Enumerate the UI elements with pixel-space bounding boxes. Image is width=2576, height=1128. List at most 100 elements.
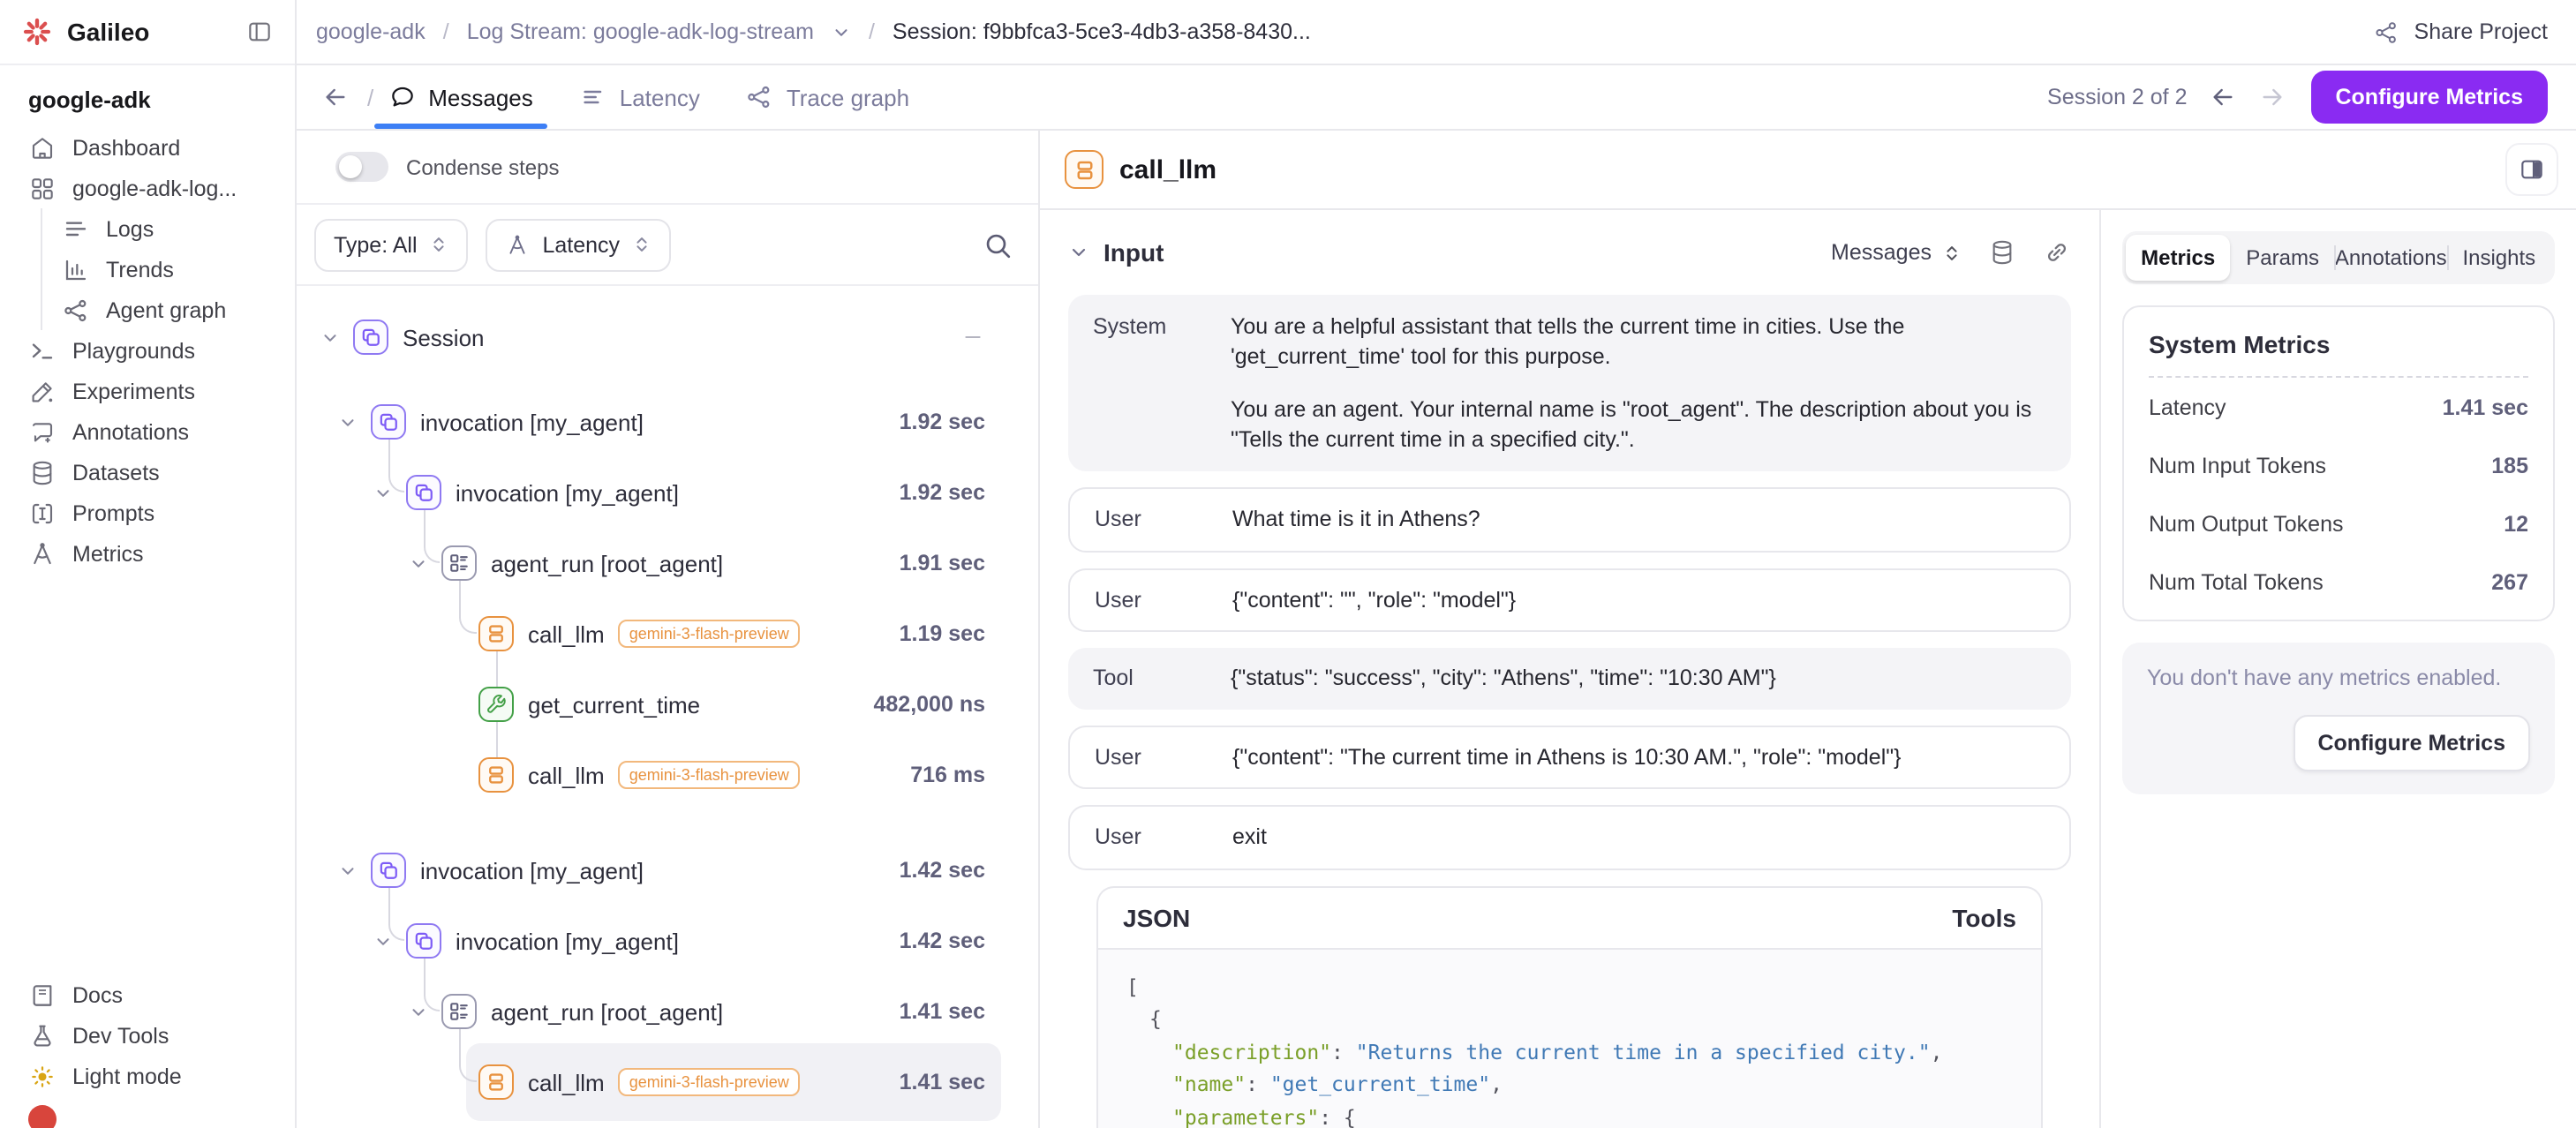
sidebar-item-dev-tools[interactable]: Dev Tools bbox=[14, 1015, 281, 1056]
trace-row-duration: 482,000 ns bbox=[874, 692, 986, 717]
sidebar-item-prompts[interactable]: Prompts bbox=[14, 493, 281, 533]
breadcrumb-separator: / bbox=[865, 19, 878, 44]
trace-row-agent-run-root-agent[interactable]: agent_run [root_agent]1.91 sec bbox=[297, 533, 985, 593]
message-system-0[interactable]: SystemYou are a helpful assistant that t… bbox=[1068, 295, 2071, 471]
trace-row-call-llm[interactable]: call_llmgemini-3-flash-preview1.19 sec bbox=[297, 604, 985, 664]
system-metrics-title: System Metrics bbox=[2149, 312, 2528, 376]
metrics-tab-metrics[interactable]: Metrics bbox=[2126, 235, 2230, 281]
sidebar-item-logs[interactable]: Logs bbox=[42, 208, 281, 249]
search-button[interactable] bbox=[982, 229, 1013, 260]
glyph-icon bbox=[484, 763, 508, 787]
glyph-icon bbox=[376, 858, 401, 883]
previous-session-button[interactable] bbox=[2208, 83, 2236, 111]
model-badge: gemini-3-flash-preview bbox=[619, 620, 800, 648]
view-format-dropdown[interactable]: Messages bbox=[1831, 240, 1962, 265]
llm-icon bbox=[478, 757, 514, 793]
trace-row-call-llm[interactable]: call_llmgemini-3-flash-preview716 ms bbox=[297, 745, 985, 805]
trace-row-invocation-my-agent[interactable]: invocation [my_agent]1.92 sec bbox=[297, 462, 985, 523]
toolbar-slash: / bbox=[367, 84, 373, 110]
metrics-tab-params[interactable]: Params bbox=[2230, 235, 2334, 281]
type-filter-dropdown[interactable]: Type: All bbox=[314, 218, 469, 271]
breadcrumb-project[interactable]: google-adk bbox=[316, 19, 426, 44]
configure-metrics-button[interactable]: Configure Metrics bbox=[2310, 71, 2548, 124]
message-content: {"content": "", "role": "model"} bbox=[1232, 585, 1516, 614]
sidebar-item-datasets[interactable]: Datasets bbox=[14, 452, 281, 493]
metrics-empty-text: You don't have any metrics enabled. bbox=[2147, 666, 2530, 690]
metric-icon bbox=[506, 232, 531, 257]
sidebar-item-metrics[interactable]: Metrics bbox=[14, 533, 281, 574]
grid-icon bbox=[28, 174, 56, 202]
message-paragraph: exit bbox=[1232, 823, 1267, 852]
sidebar-project-name: google-adk bbox=[0, 65, 295, 124]
tab-trace-graph[interactable]: Trace graph bbox=[746, 65, 909, 129]
toggle-side-panel-button[interactable] bbox=[2505, 143, 2558, 196]
tab-messages[interactable]: Messages bbox=[388, 65, 533, 129]
trace-row-agent-run-root-agent[interactable]: agent_run [root_agent]1.41 sec bbox=[297, 981, 985, 1042]
user-account-row[interactable] bbox=[0, 1096, 295, 1128]
trace-row-invocation-my-agent[interactable]: invocation [my_agent]1.42 sec bbox=[297, 911, 985, 971]
trace-row-call-llm[interactable]: call_llmgemini-3-flash-preview1.41 sec bbox=[297, 1052, 985, 1112]
json-token: { bbox=[1344, 1105, 1356, 1128]
home-icon bbox=[28, 133, 56, 162]
message-paragraph: {"status": "success", "city": "Athens", … bbox=[1231, 664, 1776, 693]
trace-row-duration: 1.42 sec bbox=[900, 929, 985, 953]
sidebar-item-docs[interactable]: Docs bbox=[14, 974, 281, 1015]
back-button[interactable] bbox=[321, 83, 350, 111]
sidebar-item-annotations[interactable]: Annotations bbox=[14, 411, 281, 452]
sidebar: Galileo google-adk Dashboardgoogle-adk-l… bbox=[0, 0, 297, 1128]
copy-link-button[interactable] bbox=[2043, 238, 2071, 267]
breadcrumb-session: Session: f9bbfca3-5ce3-4db3-a358-8430... bbox=[893, 19, 1311, 44]
sidebar-item-light-mode[interactable]: Light mode bbox=[14, 1056, 281, 1096]
experiment-icon bbox=[28, 377, 56, 405]
message-user-4[interactable]: User{"content": "The current time in Ath… bbox=[1068, 725, 2071, 789]
sidebar-item-google-adk-log[interactable]: google-adk-log... bbox=[14, 168, 281, 208]
sidebar-item-experiments[interactable]: Experiments bbox=[14, 371, 281, 411]
sidebar-item-agent-graph[interactable]: Agent graph bbox=[42, 290, 281, 330]
sidebar-collapse-button[interactable] bbox=[245, 18, 274, 46]
database-icon bbox=[1988, 238, 2016, 267]
configure-metrics-secondary-button[interactable]: Configure Metrics bbox=[2293, 715, 2530, 771]
agent-icon bbox=[441, 994, 477, 1029]
raw-data-button[interactable] bbox=[1988, 238, 2016, 267]
trace-row-get-current-time[interactable]: get_current_time482,000 ns bbox=[297, 674, 985, 734]
metric-row-num-output-tokens: Num Output Tokens12 bbox=[2149, 494, 2528, 553]
metric-label: Num Output Tokens bbox=[2149, 511, 2344, 536]
graph-icon bbox=[746, 83, 774, 111]
model-badge: gemini-3-flash-preview bbox=[619, 761, 800, 789]
input-section-title: Input bbox=[1103, 238, 1164, 267]
breadcrumb-separator: / bbox=[440, 19, 453, 44]
message-tool-3[interactable]: Tool{"status": "success", "city": "Athen… bbox=[1068, 648, 2071, 709]
chevron-down-icon[interactable] bbox=[1068, 242, 1089, 263]
sidebar-item-playgrounds[interactable]: Playgrounds bbox=[14, 330, 281, 371]
app-window: Galileo google-adk Dashboardgoogle-adk-l… bbox=[0, 0, 2576, 1128]
metric-icon bbox=[28, 539, 56, 568]
messages-scroll: SystemYou are a helpful assistant that t… bbox=[1040, 295, 2099, 1128]
sort-filter-dropdown[interactable]: Latency bbox=[486, 218, 672, 271]
json-token: , bbox=[1490, 1072, 1503, 1097]
sidebar-item-label: Logs bbox=[106, 216, 154, 241]
condense-steps-toggle[interactable] bbox=[335, 152, 388, 182]
span-detail-panel: call_llm Input Messages bbox=[1040, 131, 2576, 1128]
metrics-tab-annotations[interactable]: Annotations bbox=[2335, 235, 2447, 281]
llm-span-icon bbox=[1065, 150, 1103, 189]
message-user-1[interactable]: UserWhat time is it in Athens? bbox=[1068, 487, 2071, 552]
sidebar-item-dashboard[interactable]: Dashboard bbox=[14, 127, 281, 168]
breadcrumb-log-stream[interactable]: Log Stream: google-adk-log-stream bbox=[467, 19, 814, 44]
sidebar-item-trends[interactable]: Trends bbox=[42, 249, 281, 290]
tab-label: Latency bbox=[620, 84, 700, 110]
next-session-button[interactable] bbox=[2257, 83, 2286, 111]
message-role-label: User bbox=[1095, 823, 1232, 852]
glyph-icon bbox=[484, 621, 508, 646]
trace-row-session[interactable]: Session bbox=[297, 307, 985, 367]
share-project-button[interactable]: Share Project bbox=[2374, 19, 2548, 45]
message-paragraph: You are an agent. Your internal name is … bbox=[1231, 395, 2046, 454]
chevron-down-icon[interactable] bbox=[832, 22, 851, 41]
message-user-2[interactable]: User{"content": "", "role": "model"} bbox=[1068, 568, 2071, 632]
metrics-tab-insights[interactable]: Insights bbox=[2447, 235, 2551, 281]
glyph-icon bbox=[411, 929, 436, 953]
minus-icon[interactable] bbox=[960, 325, 985, 350]
model-badge: gemini-3-flash-preview bbox=[619, 1068, 800, 1096]
message-role-label: System bbox=[1093, 312, 1231, 454]
message-user-5[interactable]: Userexit bbox=[1068, 805, 2071, 869]
tab-latency[interactable]: Latency bbox=[579, 65, 700, 129]
